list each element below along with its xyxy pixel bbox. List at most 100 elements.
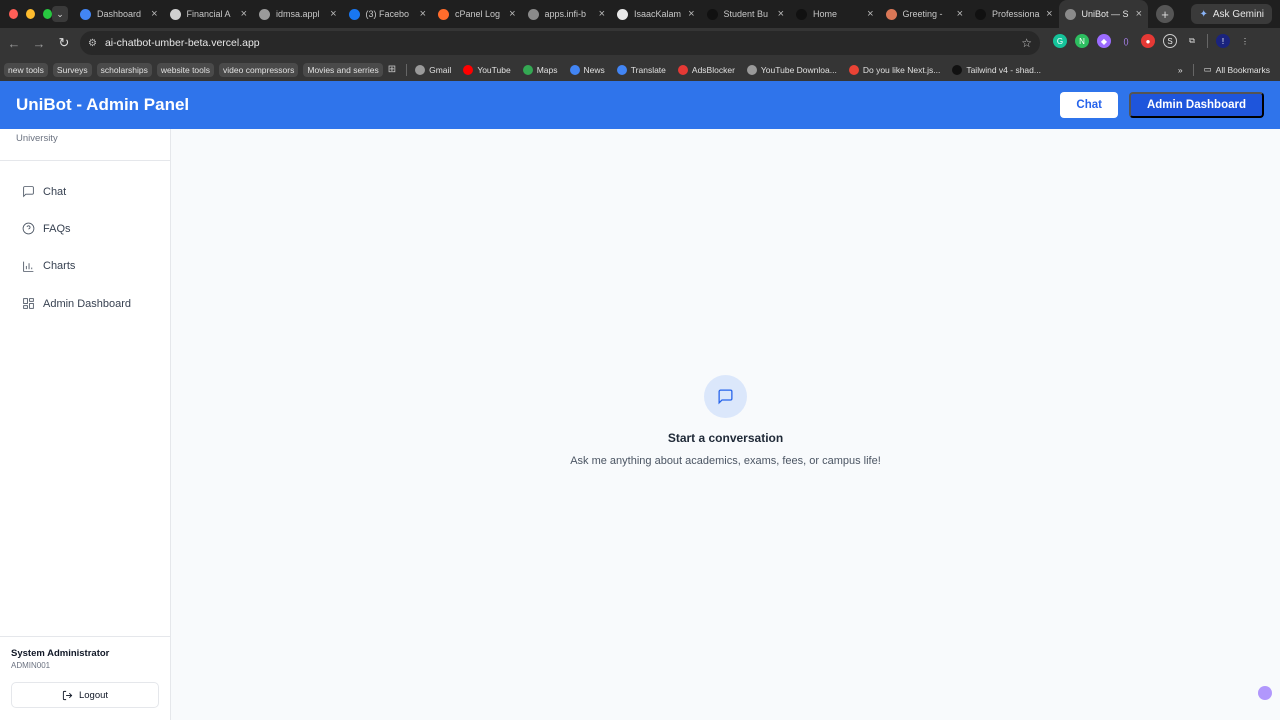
browser-tab[interactable]: apps.infi-b × (522, 0, 612, 28)
tab-search-chevron-icon[interactable]: ⌄ (52, 6, 68, 22)
bookmark-favicon-icon (848, 64, 859, 75)
bookmark-link[interactable]: Tailwind v4 - shad... (952, 64, 1041, 75)
ask-gemini-label: Ask Gemini (1212, 8, 1264, 20)
apple-icon (259, 8, 270, 20)
logout-button[interactable]: Logout (11, 682, 159, 708)
brackets-extension-icon[interactable]: () (1119, 34, 1133, 48)
maximize-window-button[interactable] (43, 9, 52, 19)
bookmark-link[interactable]: Maps (522, 64, 558, 75)
close-tab-icon[interactable]: × (867, 8, 873, 20)
sidebar-nav: Chat FAQs Charts Admin Dashboard (0, 161, 170, 322)
bookmark-folder[interactable]: Movies and serries (303, 62, 383, 77)
user-id: ADMIN001 (11, 661, 51, 670)
browser-tab[interactable]: UniBot — S × (1058, 0, 1148, 28)
close-window-button[interactable] (9, 9, 18, 19)
close-tab-icon[interactable]: × (1136, 8, 1142, 20)
admin-dashboard-button[interactable]: Admin Dashboard (1128, 92, 1264, 118)
purple-extension-icon[interactable]: ◆ (1097, 34, 1111, 48)
new-tab-button[interactable]: + (1156, 5, 1174, 23)
profile-avatar[interactable]: ! (1216, 34, 1230, 48)
close-tab-icon[interactable]: × (330, 8, 336, 20)
bookmark-link[interactable]: News (569, 64, 605, 75)
reload-icon[interactable]: ↻ (53, 35, 75, 51)
vercel-icon (706, 8, 718, 20)
browser-tab[interactable]: IsaacKalam × (611, 0, 701, 28)
claude-icon (885, 8, 897, 20)
browser-tab[interactable]: Home × (790, 0, 880, 28)
header-actions: Chat Admin Dashboard (1060, 92, 1264, 118)
bookmark-label: Maps (536, 64, 558, 75)
globe-icon (527, 8, 539, 20)
s-extension-icon[interactable]: S (1163, 34, 1177, 48)
bookmark-label: YouTube (477, 64, 511, 75)
close-tab-icon[interactable]: × (778, 8, 784, 20)
close-tab-icon[interactable]: × (957, 8, 963, 20)
facebook-icon (348, 8, 360, 20)
tab-title: Student Bu (723, 9, 769, 19)
sidebar-item-chat[interactable]: Chat (0, 173, 170, 210)
grammarly-extension-icon[interactable]: G (1053, 34, 1067, 48)
tab-title: (3) Facebo (365, 9, 410, 19)
tab-title: Financial A (186, 9, 231, 19)
sidebar-item-label: FAQs (43, 222, 71, 235)
tab-title: cPanel Log (455, 9, 501, 19)
bookmark-folder[interactable]: video compressors (219, 62, 299, 77)
bookmark-link[interactable]: Translate (616, 64, 666, 75)
site-info-icon[interactable]: ⚙ (88, 38, 97, 49)
browser-tab-strip: ⌄ Dashboard × Financial A × idmsa.appl × (3) F… (0, 0, 1280, 28)
bookmark-label: AdsBlocker (691, 64, 735, 75)
tab-title: UniBot — S (1081, 9, 1129, 19)
bookmark-link[interactable]: YouTube Downloa... (746, 64, 837, 75)
bookmark-link[interactable]: Gmail (415, 64, 451, 75)
user-panel: System Administrator ADMIN001 Logout (0, 636, 170, 708)
browser-tab[interactable]: idmsa.appl × (253, 0, 343, 28)
extensions-puzzle-icon[interactable]: ⧉ (1185, 34, 1199, 48)
bookmark-link[interactable]: YouTube (463, 64, 511, 75)
close-tab-icon[interactable]: × (151, 8, 157, 20)
extensions-area: G N ◆ () ● S ⧉ ! ⋮ (1053, 34, 1252, 48)
browser-tab[interactable]: Greeting - × (880, 0, 970, 28)
browser-tab[interactable]: Dashboard × (74, 0, 164, 28)
all-bookmarks-button[interactable]: ▭ All Bookmarks (1204, 64, 1270, 75)
sidebar-item-faqs[interactable]: FAQs (0, 210, 170, 247)
close-tab-icon[interactable]: × (1046, 8, 1052, 20)
close-tab-icon[interactable]: × (688, 8, 694, 20)
url-text: ai-chatbot-umber-beta.vercel.app (104, 37, 260, 49)
bookmark-link[interactable]: AdsBlocker (677, 64, 735, 75)
bookmark-label: Tailwind v4 - shad... (966, 64, 1041, 75)
sidebar: University Chat FAQs Charts Admin Dashbo… (0, 129, 171, 720)
forward-arrow-icon[interactable]: → (28, 36, 50, 51)
bookmark-star-icon[interactable]: ☆ (1021, 36, 1032, 50)
apps-grid-icon[interactable]: ⊞ (388, 64, 396, 75)
floating-extension-icon[interactable] (1258, 686, 1272, 700)
bookmark-folder[interactable]: website tools (156, 62, 215, 77)
browser-tab[interactable]: Financial A × (164, 0, 254, 28)
bookmark-link[interactable]: Do you like Next.js... (848, 64, 940, 75)
browser-tab[interactable]: (3) Facebo × (343, 0, 433, 28)
minimize-window-button[interactable] (26, 9, 35, 19)
bookmark-folder[interactable]: Surveys (52, 62, 92, 77)
close-tab-icon[interactable]: × (241, 8, 247, 20)
browser-tab[interactable]: Professiona × (969, 0, 1059, 28)
green-extension-icon[interactable]: N (1075, 34, 1089, 48)
close-tab-icon[interactable]: × (420, 8, 426, 20)
tab-title: apps.infi-b (544, 9, 587, 19)
globe-icon (1064, 8, 1076, 20)
ask-gemini-button[interactable]: ✦ Ask Gemini (1191, 4, 1272, 24)
close-tab-icon[interactable]: × (509, 8, 515, 20)
more-bookmarks-chevron-icon[interactable]: » (1178, 65, 1183, 75)
close-tab-icon[interactable]: × (599, 8, 605, 20)
address-bar[interactable]: ⚙ ai-chatbot-umber-beta.vercel.app ☆ (80, 31, 1040, 55)
browser-tab[interactable]: Student Bu × (701, 0, 791, 28)
chat-button[interactable]: Chat (1060, 92, 1118, 118)
browser-menu-icon[interactable]: ⋮ (1238, 34, 1252, 48)
sidebar-item-charts[interactable]: Charts (0, 248, 170, 285)
bar-chart-icon (23, 261, 34, 272)
back-arrow-icon[interactable]: ← (3, 36, 25, 51)
bookmark-folder[interactable]: new tools (4, 62, 48, 77)
red-extension-icon[interactable]: ● (1141, 34, 1155, 48)
bookmark-folder[interactable]: scholarships (96, 62, 152, 77)
sidebar-item-admin-dashboard[interactable]: Admin Dashboard (0, 285, 170, 322)
logout-label: Logout (78, 689, 109, 701)
browser-tab[interactable]: cPanel Log × (432, 0, 522, 28)
